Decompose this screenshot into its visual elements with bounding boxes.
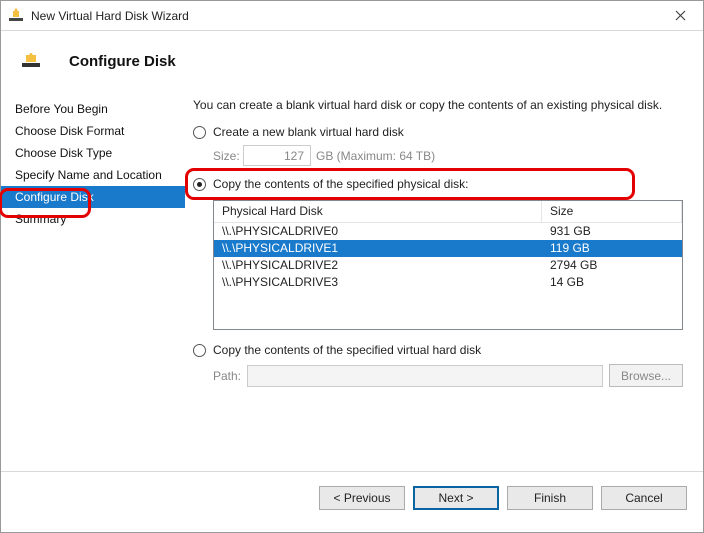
sidebar-item-specify-name-location[interactable]: Specify Name and Location [1, 164, 185, 186]
page-title: Configure Disk [69, 53, 176, 70]
disk-row[interactable]: \\.\PHYSICALDRIVE0 931 GB [214, 223, 682, 240]
sidebar: Before You Begin Choose Disk Format Choo… [1, 91, 185, 471]
disk-name: \\.\PHYSICALDRIVE2 [214, 257, 542, 274]
close-button[interactable] [658, 1, 703, 31]
sidebar-item-summary[interactable]: Summary [1, 208, 185, 230]
sidebar-item-before-you-begin[interactable]: Before You Begin [1, 98, 185, 120]
radio-blank[interactable] [193, 126, 206, 139]
browse-button: Browse... [609, 364, 683, 387]
cancel-button[interactable]: Cancel [601, 486, 687, 510]
disk-size: 2794 GB [542, 257, 682, 274]
disk-size: 14 GB [542, 274, 682, 291]
path-label: Path: [213, 369, 247, 383]
physical-disk-list[interactable]: Physical Hard Disk Size \\.\PHYSICALDRIV… [213, 200, 683, 330]
content-pane: You can create a blank virtual hard disk… [185, 91, 703, 471]
wizard-header: Configure Disk [1, 31, 703, 91]
disk-size: 931 GB [542, 223, 682, 240]
disk-name: \\.\PHYSICALDRIVE3 [214, 274, 542, 291]
disk-row[interactable]: \\.\PHYSICALDRIVE1 119 GB [214, 240, 682, 257]
option-copy-virtual-label: Copy the contents of the specified virtu… [213, 343, 481, 357]
option-create-blank[interactable]: Create a new blank virtual hard disk [193, 122, 683, 142]
size-suffix: GB (Maximum: 64 TB) [316, 149, 435, 163]
size-input [243, 145, 311, 166]
disk-size: 119 GB [542, 240, 682, 257]
disk-name: \\.\PHYSICALDRIVE0 [214, 223, 542, 240]
titlebar: New Virtual Hard Disk Wizard [1, 1, 703, 31]
disk-row[interactable]: \\.\PHYSICALDRIVE3 14 GB [214, 274, 682, 291]
option-create-blank-label: Create a new blank virtual hard disk [213, 125, 404, 139]
finish-button[interactable]: Finish [507, 486, 593, 510]
option-copy-physical[interactable]: Copy the contents of the specified physi… [193, 174, 683, 194]
sidebar-item-choose-disk-type[interactable]: Choose Disk Type [1, 142, 185, 164]
previous-button[interactable]: < Previous [319, 486, 405, 510]
next-button[interactable]: Next > [413, 486, 499, 510]
radio-copy-virtual[interactable] [193, 344, 206, 357]
footer: < Previous Next > Finish Cancel [1, 471, 703, 523]
size-row: Size: GB (Maximum: 64 TB) [193, 142, 683, 174]
col-header-name[interactable]: Physical Hard Disk [214, 201, 542, 222]
sidebar-item-configure-disk[interactable]: Configure Disk [1, 186, 185, 208]
sidebar-item-choose-disk-format[interactable]: Choose Disk Format [1, 120, 185, 142]
disk-row[interactable]: \\.\PHYSICALDRIVE2 2794 GB [214, 257, 682, 274]
app-icon [8, 8, 24, 24]
wizard-body: Before You Begin Choose Disk Format Choo… [1, 91, 703, 471]
option-copy-physical-label: Copy the contents of the specified physi… [213, 177, 468, 191]
disk-icon [21, 53, 41, 69]
disk-name: \\.\PHYSICALDRIVE1 [214, 240, 542, 257]
path-input [247, 365, 603, 387]
col-header-size[interactable]: Size [542, 201, 682, 222]
intro-text: You can create a blank virtual hard disk… [193, 98, 683, 112]
window-title: New Virtual Hard Disk Wizard [31, 9, 658, 23]
disk-list-header: Physical Hard Disk Size [214, 201, 682, 223]
option-copy-virtual[interactable]: Copy the contents of the specified virtu… [193, 340, 683, 360]
size-label: Size: [213, 149, 243, 163]
radio-copy-physical[interactable] [193, 178, 206, 191]
path-row: Path: Browse... [193, 360, 683, 387]
